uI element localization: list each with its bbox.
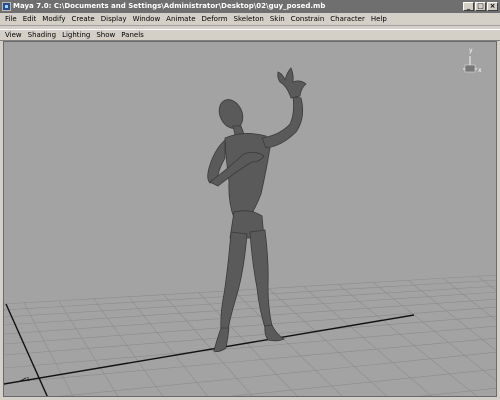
panel-menu-bar: View Shading Lighting Show Panels: [0, 29, 500, 41]
perspective-viewport[interactable]: y x z: [3, 41, 497, 397]
menu-animate[interactable]: Animate: [163, 15, 198, 23]
view-axis-x-label: x: [478, 67, 482, 74]
menu-constrain[interactable]: Constrain: [288, 15, 328, 23]
main-menu-bar: File Edit Modify Create Display Window A…: [0, 13, 500, 26]
grid-axis-x: [4, 314, 415, 385]
title-bar[interactable]: Maya 7.0: C:\Documents and Settings\Admi…: [0, 0, 500, 13]
menu-modify[interactable]: Modify: [39, 15, 68, 23]
viewport-canvas[interactable]: y x z: [4, 42, 497, 397]
menu-display[interactable]: Display: [98, 15, 130, 23]
menu-edit[interactable]: Edit: [20, 15, 40, 23]
menu-file[interactable]: File: [2, 15, 20, 23]
minimize-button[interactable]: _: [463, 2, 474, 11]
menu-character[interactable]: Character: [327, 15, 368, 23]
window-controls: _ □ ×: [463, 2, 498, 11]
menu-window[interactable]: Window: [130, 15, 164, 23]
panel-menu-show[interactable]: Show: [93, 31, 118, 39]
window-title: Maya 7.0: C:\Documents and Settings\Admi…: [13, 2, 326, 10]
panel-menu-shading[interactable]: Shading: [25, 31, 59, 39]
ground-grid: [4, 274, 496, 396]
close-button[interactable]: ×: [487, 2, 498, 11]
menu-help[interactable]: Help: [368, 15, 390, 23]
maya-app-icon[interactable]: [2, 2, 11, 11]
maximize-button[interactable]: □: [475, 2, 486, 11]
menu-create[interactable]: Create: [68, 15, 97, 23]
menu-skin[interactable]: Skin: [267, 15, 288, 23]
menu-deform[interactable]: Deform: [199, 15, 231, 23]
panel-menu-view[interactable]: View: [2, 31, 25, 39]
view-axis-indicator[interactable]: y x: [463, 47, 482, 74]
panel-menu-lighting[interactable]: Lighting: [59, 31, 93, 39]
menu-skeleton[interactable]: Skeleton: [231, 15, 267, 23]
origin-axis-label: z: [26, 376, 29, 383]
view-axis-y-label: y: [469, 47, 473, 54]
panel-menu-panels[interactable]: Panels: [118, 31, 147, 39]
